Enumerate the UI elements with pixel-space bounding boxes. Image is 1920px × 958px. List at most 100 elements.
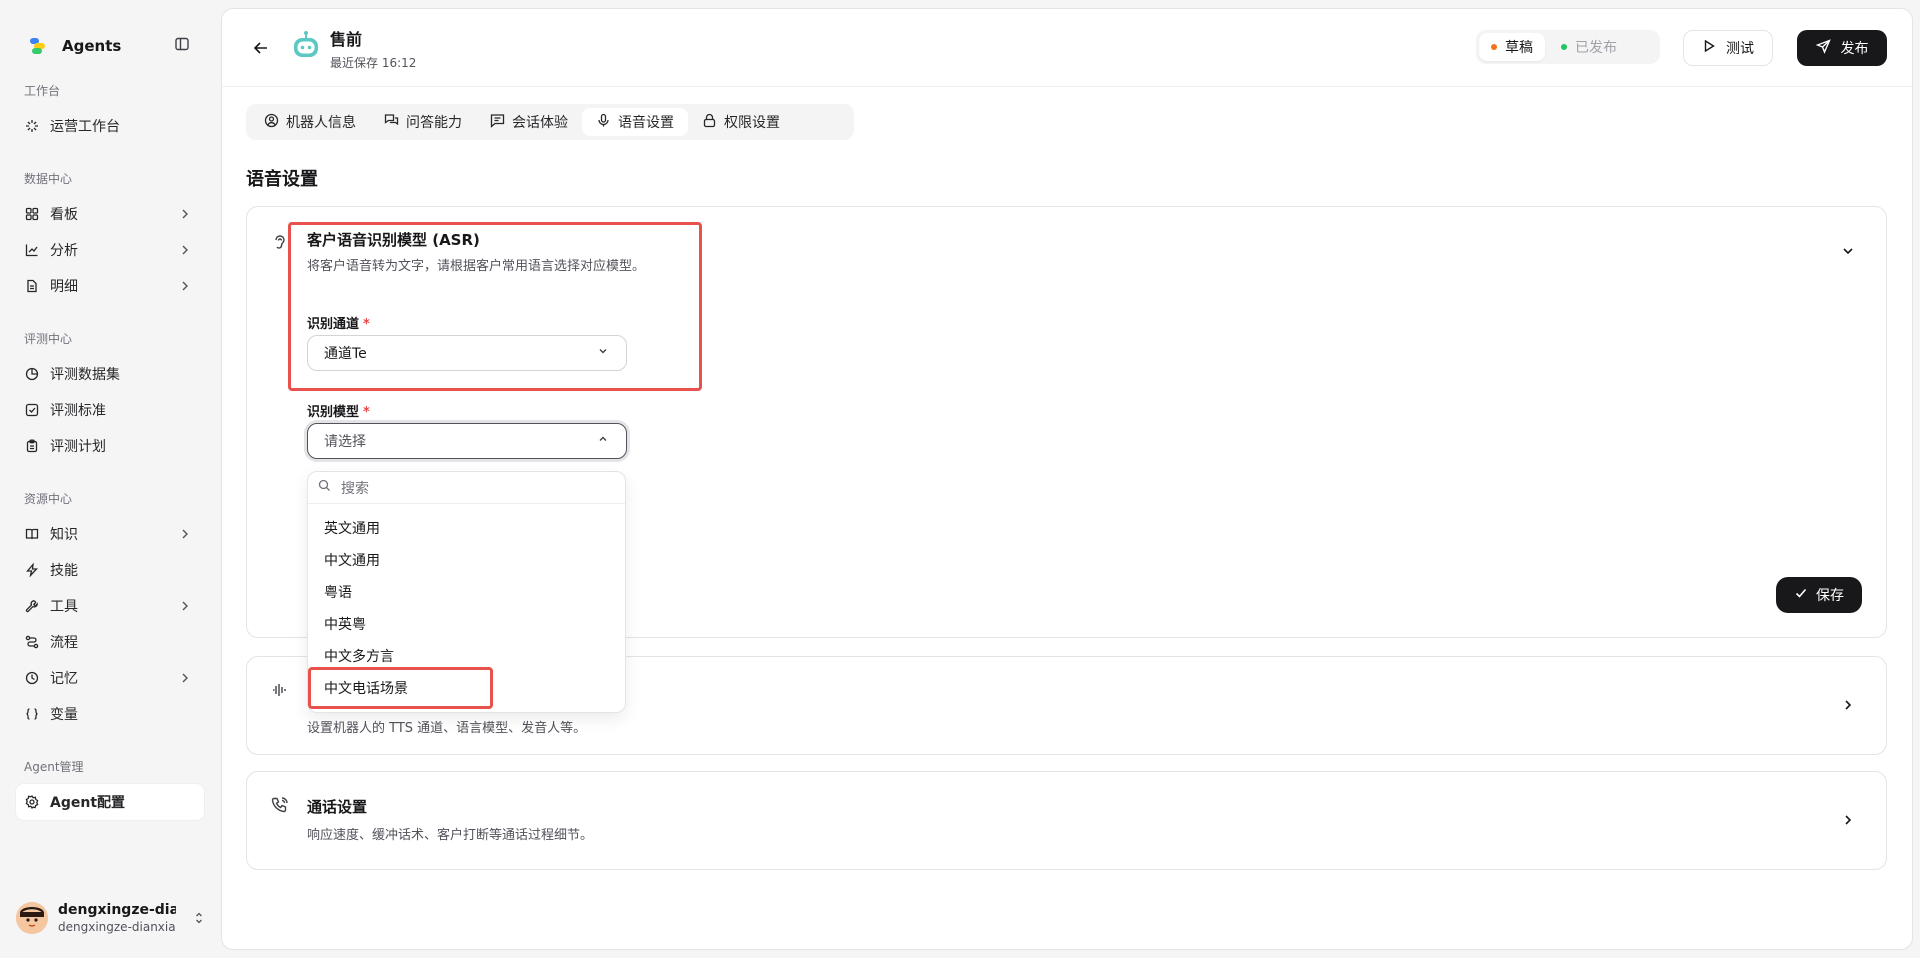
dropdown-option[interactable]: 粤语 [308, 576, 625, 608]
memory-icon [24, 670, 40, 686]
chevron-right-icon [178, 527, 192, 541]
chevron-right-icon [178, 671, 192, 685]
model-dropdown: 搜索 英文通用 中文通用 粤语 中英粤 中文多方言 中文电话场景 [307, 471, 626, 713]
call-settings-title: 通话设置 [307, 798, 368, 816]
sidebar: Agents 工作台 运营工作台 数据中心 看板 分析 明细 评测中心 评测数据… [0, 0, 220, 958]
robot-icon [290, 29, 322, 61]
message-square-icon [490, 113, 505, 132]
line-chart-icon [24, 242, 40, 258]
section-eval: 评测中心 [24, 332, 73, 346]
tab-voice[interactable]: 语音设置 [582, 108, 688, 136]
status-draft-option[interactable]: 草稿 [1479, 33, 1545, 61]
sparkle-icon [24, 118, 40, 134]
dropdown-option[interactable]: 中文多方言 [308, 640, 625, 672]
dropdown-option[interactable]: 中英粤 [308, 608, 625, 640]
test-button[interactable]: 测试 [1683, 30, 1773, 66]
user-circle-icon [264, 113, 279, 132]
dropdown-option[interactable]: 中文电话场景 [308, 672, 625, 704]
chevron-up-icon [596, 432, 610, 450]
user-email: dengxingze-dianxia... [58, 920, 176, 934]
sidebar-item-ops[interactable]: 运营工作台 [16, 108, 204, 144]
audio-wave-icon [271, 681, 289, 699]
checkbox-icon [24, 402, 40, 418]
sidebar-item-board[interactable]: 看板 [16, 196, 204, 232]
send-icon [1815, 38, 1831, 58]
gear-icon [24, 794, 40, 810]
sidebar-item-variables[interactable]: 变量 [16, 696, 204, 732]
brand-name: Agents [62, 37, 122, 55]
sidebar-toggle-icon[interactable] [174, 36, 190, 52]
sidebar-item-knowledge[interactable]: 知识 [16, 516, 204, 552]
dropdown-option[interactable]: 中文通用 [308, 544, 625, 576]
tts-description: 设置机器人的 TTS 通道、语言模型、发音人等。 [307, 721, 587, 736]
settings-tabs: 机器人信息 问答能力 会话体验 语音设置 权限设置 [246, 104, 854, 140]
tab-qa[interactable]: 问答能力 [370, 108, 476, 136]
sidebar-item-memory[interactable]: 记忆 [16, 660, 204, 696]
sidebar-item-analysis[interactable]: 分析 [16, 232, 204, 268]
user-menu[interactable]: dengxingze-dia... dengxingze-dianxia... [16, 895, 206, 941]
back-arrow-icon[interactable] [252, 39, 270, 57]
header: 售前 最近保存 16:12 草稿 已发布 测试 发布 [222, 9, 1912, 87]
ear-icon [271, 233, 289, 251]
model-label: 识别模型 * [307, 405, 370, 420]
route-icon [24, 634, 40, 650]
section-resources: 资源中心 [24, 492, 73, 506]
section-data: 数据中心 [24, 172, 73, 186]
section-agent: Agent管理 [24, 760, 84, 774]
channel-select[interactable]: 通道Te [307, 335, 627, 371]
wrench-icon [24, 598, 40, 614]
phone-icon [271, 796, 289, 814]
document-icon [24, 278, 40, 294]
microphone-icon [596, 113, 611, 132]
draft-dot-icon [1491, 44, 1497, 50]
sidebar-item-agent-config[interactable]: Agent配置 [16, 784, 204, 820]
published-dot-icon [1561, 44, 1567, 50]
dropdown-search[interactable]: 搜索 [308, 472, 625, 504]
call-settings-description: 响应速度、缓冲话术、客户打断等通话过程细节。 [307, 828, 594, 843]
section-heading: 语音设置 [246, 169, 318, 190]
page-title: 售前 [330, 30, 363, 49]
model-select[interactable]: 请选择 [307, 423, 627, 459]
chevron-right-icon [178, 599, 192, 613]
agents-logo-icon [28, 36, 48, 56]
call-settings-card[interactable]: 通话设置 响应速度、缓冲话术、客户打断等通话过程细节。 [246, 771, 1887, 870]
book-icon [24, 526, 40, 542]
chat-bubbles-icon [384, 113, 399, 132]
sidebar-item-eval-dataset[interactable]: 评测数据集 [16, 356, 204, 392]
tab-permissions[interactable]: 权限设置 [688, 108, 794, 136]
asr-title: 客户语音识别模型 (ASR) [307, 231, 480, 249]
braces-icon [24, 706, 40, 722]
tab-robot-info[interactable]: 机器人信息 [250, 108, 370, 136]
avatar [16, 902, 48, 934]
sidebar-item-skills[interactable]: 技能 [16, 552, 204, 588]
chevron-right-icon [1840, 697, 1856, 713]
search-icon [318, 479, 331, 496]
asr-description: 将客户语音转为文字，请根据客户常用语言选择对应模型。 [307, 259, 646, 274]
chevrons-up-down-icon [192, 911, 206, 925]
status-published-option[interactable]: 已发布 [1549, 33, 1629, 61]
chevron-right-icon [178, 243, 192, 257]
publish-button[interactable]: 发布 [1797, 30, 1887, 66]
tab-conversation[interactable]: 会话体验 [476, 108, 582, 136]
sidebar-item-flow[interactable]: 流程 [16, 624, 204, 660]
chevron-right-icon [178, 279, 192, 293]
dropdown-option[interactable]: 英文通用 [308, 512, 625, 544]
sidebar-item-eval-plan[interactable]: 评测计划 [16, 428, 204, 464]
lock-icon [702, 113, 717, 132]
channel-label: 识别通道 * [307, 317, 370, 332]
last-saved-text: 最近保存 16:12 [330, 56, 417, 70]
chevron-right-icon [1840, 812, 1856, 828]
grid-icon [24, 206, 40, 222]
clipboard-icon [24, 438, 40, 454]
sidebar-item-tools[interactable]: 工具 [16, 588, 204, 624]
status-toggle: 草稿 已发布 [1476, 30, 1660, 64]
lightning-icon [24, 562, 40, 578]
chevron-down-icon[interactable] [1840, 243, 1856, 259]
chevron-right-icon [178, 207, 192, 221]
sidebar-item-details[interactable]: 明细 [16, 268, 204, 304]
sidebar-item-eval-standard[interactable]: 评测标准 [16, 392, 204, 428]
chevron-down-icon [596, 344, 610, 362]
brand[interactable]: Agents [28, 36, 121, 56]
save-button[interactable]: 保存 [1776, 577, 1862, 613]
user-name: dengxingze-dia... [58, 902, 176, 918]
